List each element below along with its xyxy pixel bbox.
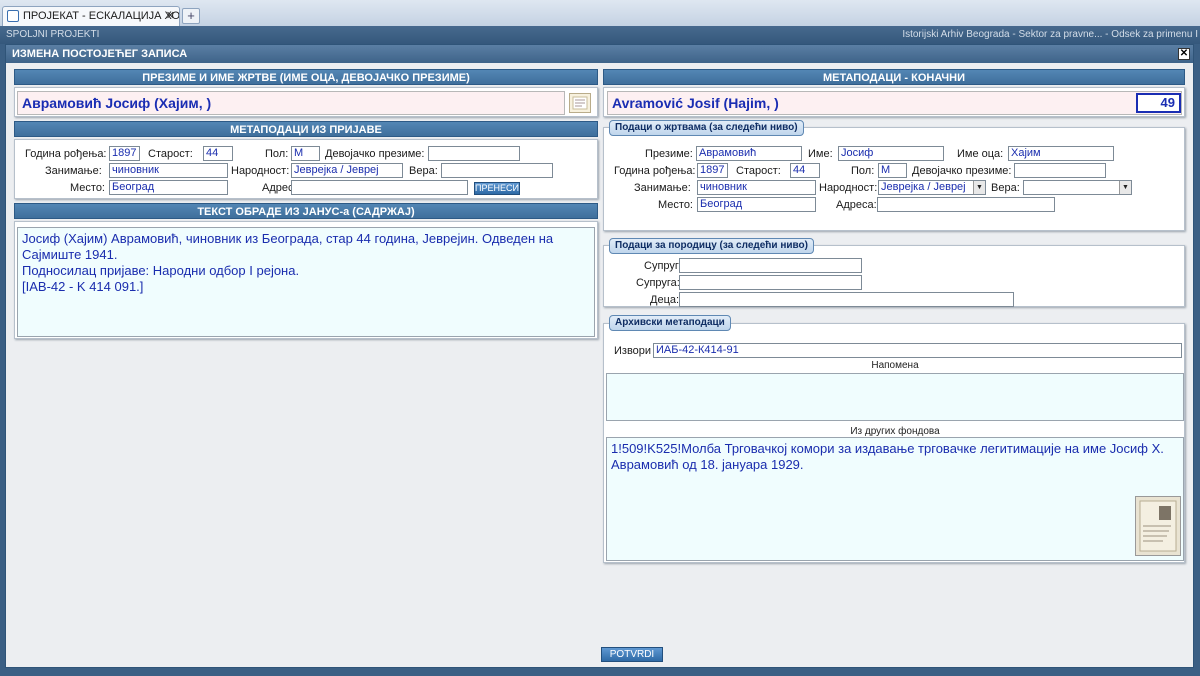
- other-funds-line: 1!509!K525!Молба Трговачкој комори за из…: [611, 441, 1164, 456]
- sex-field[interactable]: М: [878, 163, 907, 178]
- final-metadata-header: МЕТАПОДАЦИ - КОНАЧНИ: [603, 69, 1185, 85]
- note-label: Напомена: [871, 360, 919, 371]
- place-label: Место:: [658, 199, 693, 211]
- children-label: Деца:: [650, 294, 680, 306]
- document-thumbnail-icon[interactable]: [569, 93, 591, 113]
- sex-label: Пол:: [265, 148, 289, 160]
- dialog-title: ИЗМЕНА ПОСТОЈЕЋЕГ ЗАПИСА ✕: [6, 45, 1193, 63]
- family-data-panel: Супруг: Супруга: Деца:: [603, 245, 1185, 307]
- janus-text-header: ТЕКСТ ОБРАДЕ ИЗ ЈАНУС-а (САДРЖАЈ): [14, 203, 598, 219]
- nationality-field[interactable]: Јеврејка / Јевреј: [291, 163, 403, 178]
- wife-field[interactable]: [679, 275, 862, 290]
- occupation-label: Занимање:: [45, 165, 102, 177]
- janus-line: Јосиф (Хајим) Аврамовић, чиновник из Бео…: [22, 231, 554, 246]
- archive-metadata-panel: Извори ИАБ-42-К414-91 Напомена Из других…: [603, 323, 1185, 563]
- janus-text-panel: Јосиф (Хајим) Аврамовић, чиновник из Бео…: [14, 221, 598, 339]
- firstname-label: Име:: [808, 148, 833, 160]
- janus-line: Сајмиште 1941.: [22, 247, 118, 262]
- father-name-field[interactable]: Хајим: [1008, 146, 1114, 161]
- maiden-name-label: Девојачко презиме:: [325, 148, 425, 160]
- sources-label: Извори: [614, 345, 652, 357]
- sources-field[interactable]: ИАБ-42-К414-91: [653, 343, 1182, 358]
- close-tab-icon[interactable]: ✕: [166, 7, 175, 25]
- birth-year-label: Година рођења:: [25, 148, 107, 160]
- victim-name-field[interactable]: Аврамовић Јосиф (Хајим, ): [17, 91, 565, 115]
- place-field[interactable]: Београд: [109, 180, 228, 195]
- transfer-button[interactable]: ПРЕНЕСИ: [474, 182, 520, 195]
- final-name-panel: Avramović Josif (Hajim, ) 49: [603, 87, 1185, 117]
- age-label: Старост:: [148, 148, 193, 160]
- app-header: SPOLJNI PROJEKTI Istorijski Arhiv Beogra…: [0, 26, 1200, 44]
- other-funds-label: Из других фондова: [850, 426, 940, 437]
- birth-year-label: Година рођења:: [614, 165, 696, 177]
- age-label: Старост:: [736, 165, 781, 177]
- nationality-label: Народност:: [231, 165, 290, 177]
- address-label: Адреса:: [836, 199, 877, 211]
- final-name-field[interactable]: Avramović Josif (Hajim, ): [607, 91, 1182, 115]
- report-metadata-panel: Година рођења: 1897 Старост: 44 Пол: М Д…: [14, 139, 598, 199]
- religion-field[interactable]: [441, 163, 553, 178]
- victim-name-header: ПРЕЗИМЕ И ИМЕ ЖРТВЕ (ИМЕ ОЦА, ДЕВОЈАЧКО …: [14, 69, 598, 85]
- birth-year-field[interactable]: 1897: [109, 146, 140, 161]
- occupation-field[interactable]: чиновник: [697, 180, 816, 195]
- children-field[interactable]: [679, 292, 1014, 307]
- browser-tab[interactable]: ПРОЈЕКАТ - ЕСКАЛАЦИЈА ХОЛОКА... ✕: [2, 6, 180, 26]
- place-label: Место:: [70, 182, 105, 194]
- religion-label: Вера:: [409, 165, 438, 177]
- maiden-name-field[interactable]: [428, 146, 520, 161]
- nationality-label: Народност:: [819, 182, 878, 194]
- note-text-area[interactable]: [606, 373, 1184, 421]
- birth-year-field[interactable]: 1897: [697, 163, 728, 178]
- nationality-selected: Јеврејка / Јевреј: [881, 181, 966, 193]
- chevron-down-icon: ▼: [1119, 181, 1131, 194]
- archive-breadcrumb: Istorijski Arhiv Beograda - Sektor za pr…: [902, 29, 1198, 40]
- dialog-content: ПРЕЗИМЕ И ИМЕ ЖРТВЕ (ИМЕ ОЦА, ДЕВОЈАЧКО …: [6, 63, 1193, 667]
- age-field[interactable]: 44: [790, 163, 820, 178]
- husband-label: Супруг:: [644, 260, 682, 272]
- report-metadata-header: МЕТАПОДАЦИ ИЗ ПРИЈАВЕ: [14, 121, 598, 137]
- occupation-field[interactable]: чиновник: [109, 163, 228, 178]
- janus-line: Подносилац пријаве: Народни одбор I рејо…: [22, 263, 300, 278]
- maiden-name-field[interactable]: [1014, 163, 1106, 178]
- victim-data-panel: Презиме: Аврамовић Име: Јосиф Име оца: Х…: [603, 127, 1185, 231]
- other-funds-text-area[interactable]: 1!509!K525!Молба Трговачкој комори за из…: [606, 437, 1184, 561]
- address-field[interactable]: [877, 197, 1055, 212]
- app-title: SPOLJNI PROJEKTI: [6, 29, 100, 40]
- victim-data-legend: Подаци о жртвама (за следећи ниво): [609, 120, 804, 136]
- new-tab-button[interactable]: +: [182, 8, 200, 24]
- father-name-label: Име оца:: [957, 148, 1004, 160]
- occupation-label: Занимање:: [634, 182, 691, 194]
- edit-record-dialog: ИЗМЕНА ПОСТОЈЕЋЕГ ЗАПИСА ✕ ПРЕЗИМЕ И ИМЕ…: [5, 44, 1194, 668]
- document-scan-thumbnail[interactable]: [1135, 496, 1181, 556]
- address-field[interactable]: [291, 180, 468, 195]
- maiden-name-label: Девојачко презиме:: [912, 165, 1012, 177]
- archive-metadata-legend: Архивски метаподаци: [609, 315, 731, 331]
- surname-field[interactable]: Аврамовић: [696, 146, 802, 161]
- dialog-title-text: ИЗМЕНА ПОСТОЈЕЋЕГ ЗАПИСА: [12, 48, 188, 60]
- sex-field[interactable]: М: [291, 146, 320, 161]
- sex-label: Пол:: [851, 165, 875, 177]
- other-funds-line: Аврамовић од 18. јануара 1929.: [611, 457, 804, 472]
- page-icon: [7, 10, 19, 22]
- janus-text-area[interactable]: Јосиф (Хајим) Аврамовић, чиновник из Бео…: [17, 227, 595, 337]
- confirm-button[interactable]: POTVRDI: [601, 647, 663, 662]
- firstname-field[interactable]: Јосиф: [838, 146, 944, 161]
- close-dialog-icon[interactable]: ✕: [1178, 48, 1190, 60]
- record-number-field[interactable]: 49: [1136, 93, 1181, 113]
- religion-label: Вера:: [991, 182, 1020, 194]
- family-data-legend: Подаци за породицу (за следећи ниво): [609, 238, 814, 254]
- browser-tab-bar: ПРОЈЕКАТ - ЕСКАЛАЦИЈА ХОЛОКА... ✕ +: [0, 0, 1200, 26]
- age-field[interactable]: 44: [203, 146, 233, 161]
- browser-tab-title: ПРОЈЕКАТ - ЕСКАЛАЦИЈА ХОЛОКА...: [23, 10, 180, 22]
- wife-label: Супруга:: [636, 277, 680, 289]
- janus-line: [IAB-42 - K 414 091.]: [22, 279, 144, 294]
- chevron-down-icon: ▼: [973, 181, 985, 194]
- nationality-select[interactable]: Јеврејка / Јевреј ▼: [878, 180, 986, 195]
- surname-label: Презиме:: [645, 148, 693, 160]
- place-field[interactable]: Београд: [697, 197, 816, 212]
- victim-name-panel: Аврамовић Јосиф (Хајим, ): [14, 87, 598, 117]
- religion-select[interactable]: ▼: [1023, 180, 1132, 195]
- husband-field[interactable]: [679, 258, 862, 273]
